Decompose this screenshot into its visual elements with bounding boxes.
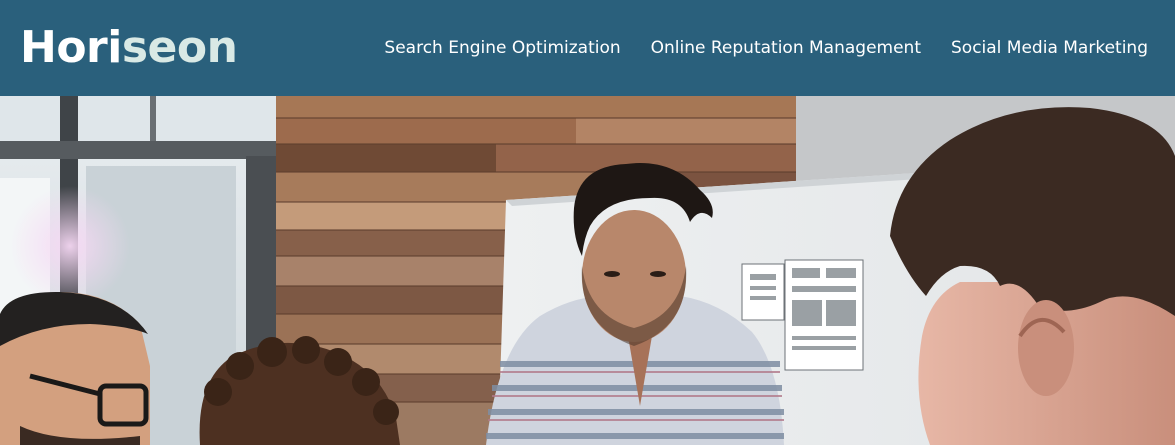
site-header: Horiseon Search Engine Optimization Onli… <box>0 0 1175 96</box>
nav-link-reputation[interactable]: Online Reputation Management <box>651 36 921 60</box>
nav-link-social-media[interactable]: Social Media Marketing <box>951 36 1148 60</box>
hero-image <box>0 96 1175 445</box>
team-meeting-photo <box>0 96 1175 445</box>
logo-part-hori: Hori <box>20 22 122 73</box>
main-navigation: Search Engine Optimization Online Reputa… <box>384 36 1148 60</box>
nav-link-seo[interactable]: Search Engine Optimization <box>384 36 620 60</box>
logo-part-seon: seon <box>121 22 238 73</box>
site-logo[interactable]: Horiseon <box>20 22 238 74</box>
